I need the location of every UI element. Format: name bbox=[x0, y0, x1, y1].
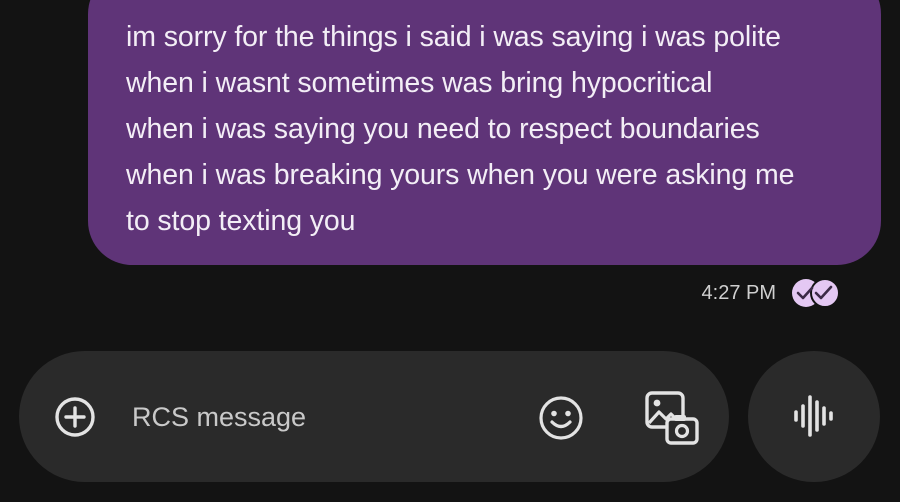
voice-message-button[interactable] bbox=[748, 351, 880, 482]
add-attachment-button[interactable] bbox=[53, 395, 97, 439]
message-timestamp: 4:27 PM bbox=[701, 281, 776, 304]
read-receipt-icon bbox=[792, 277, 840, 309]
emoji-button[interactable] bbox=[537, 394, 585, 442]
emoji-icon bbox=[539, 396, 583, 440]
add-circle-icon bbox=[55, 397, 95, 437]
message-text: im sorry for the things i said i was say… bbox=[126, 21, 795, 237]
message-meta: 4:27 PM bbox=[702, 276, 840, 310]
double-check-icon bbox=[796, 285, 833, 300]
conversation-screen: im sorry for the things i said i was say… bbox=[0, 0, 900, 502]
gallery-camera-icon bbox=[645, 391, 699, 445]
compose-bar: RCS message bbox=[19, 351, 729, 482]
voice-waveform-icon bbox=[794, 395, 833, 437]
message-input[interactable]: RCS message bbox=[132, 399, 306, 435]
outgoing-message-bubble[interactable]: im sorry for the things i said i was say… bbox=[88, 0, 881, 265]
gallery-button[interactable] bbox=[641, 389, 703, 447]
